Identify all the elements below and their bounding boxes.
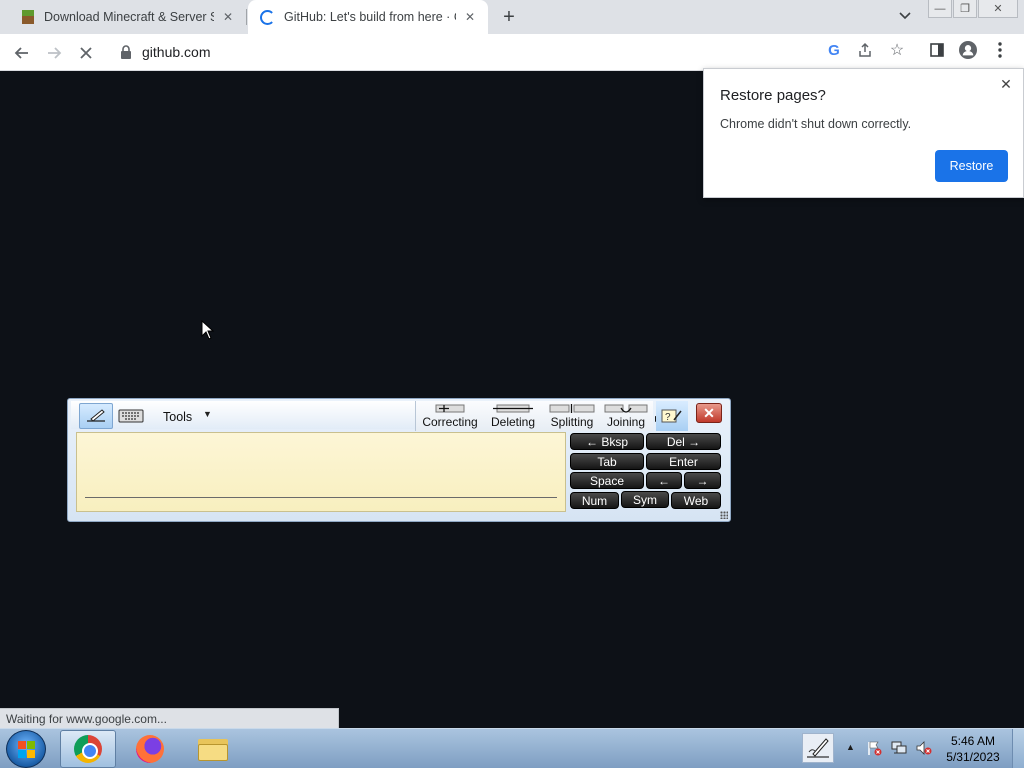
gesture-deleting[interactable]: Deleting [482, 401, 544, 431]
minimize-button[interactable]: — [928, 0, 952, 18]
restore-pages-dialog: Restore pages? Chrome didn't shut down c… [703, 68, 1024, 198]
profile-avatar-icon[interactable] [959, 41, 977, 59]
action-center-flag-icon[interactable] [866, 740, 882, 756]
gesture-splitting[interactable]: Splitting [544, 401, 600, 431]
tab-separator [246, 9, 247, 25]
right-arrow-key[interactable]: → [684, 472, 721, 489]
dialog-close-icon[interactable]: ✕ [997, 75, 1015, 93]
back-arrow-icon [14, 47, 28, 59]
joining-icon [604, 404, 648, 413]
restore-button[interactable]: Restore [935, 150, 1008, 182]
address-bar[interactable]: github.com [108, 37, 914, 67]
left-arrow-key[interactable]: ← [646, 472, 682, 489]
delete-key[interactable]: Del → [646, 433, 721, 450]
status-bubble: Waiting for www.google.com... [0, 708, 339, 728]
sym-key[interactable]: Sym [621, 491, 669, 508]
keyboard-icon [118, 409, 144, 423]
system-clock[interactable]: 5:46 AM 5/31/2023 [940, 733, 1006, 765]
gesture-hints: Correcting Deleting Splitting Joining [415, 401, 653, 431]
tab-title: GitHub: Let's build from here · GitHub [284, 10, 456, 24]
num-key[interactable]: Num [570, 492, 619, 509]
tab-close-icon[interactable]: ✕ [220, 9, 236, 25]
chrome-icon [74, 735, 102, 763]
help-pen-icon: ? [661, 409, 682, 423]
network-icon[interactable] [891, 740, 907, 756]
splitting-icon [549, 404, 595, 413]
tab-title: Download Minecraft & Server Software [44, 10, 214, 24]
google-lens-icon[interactable]: G [825, 41, 843, 59]
loading-spinner-icon [260, 9, 275, 25]
tab-search-icon[interactable] [896, 7, 914, 25]
input-panel-close-button[interactable]: ✕ [696, 403, 722, 423]
tab-strip: Download Minecraft & Server Software ✕ G… [0, 0, 1024, 34]
clock-date: 5/31/2023 [946, 750, 1000, 764]
tablet-input-tray-button[interactable] [802, 733, 834, 763]
resize-grip[interactable] [720, 511, 728, 519]
volume-muted-icon[interactable] [916, 740, 932, 756]
tools-menu[interactable]: Tools [163, 410, 192, 424]
web-key[interactable]: Web [671, 492, 721, 509]
taskbar: ▲ 5:46 AM 5/31/2023 [0, 728, 1024, 768]
help-button[interactable]: ? [656, 401, 688, 431]
tab-key[interactable]: Tab [570, 453, 644, 470]
stop-icon [80, 47, 92, 59]
taskbar-chrome[interactable] [60, 730, 116, 768]
writing-pad-area[interactable] [76, 432, 566, 512]
taskbar-file-explorer[interactable] [185, 730, 241, 768]
new-tab-button[interactable]: + [497, 5, 521, 29]
writing-pad-icon [87, 409, 105, 422]
gesture-joining[interactable]: Joining [600, 401, 652, 431]
share-icon[interactable] [856, 41, 874, 59]
correcting-icon [435, 404, 465, 413]
browser-toolbar: github.com G ☆ [0, 34, 1024, 71]
pen-input-icon [807, 738, 829, 758]
forward-button[interactable] [40, 39, 68, 67]
input-panel-topbar: Tools ▼ [71, 401, 415, 429]
maximize-button[interactable]: ❐ [953, 0, 977, 18]
start-button[interactable] [6, 730, 46, 768]
tab-github[interactable]: GitHub: Let's build from here · GitHub ✕ [248, 0, 488, 34]
keyboard-button[interactable] [115, 403, 147, 429]
dialog-message: Chrome didn't shut down correctly. [720, 117, 912, 131]
writing-pad-button[interactable] [79, 403, 113, 429]
forward-arrow-icon [48, 47, 62, 59]
dialog-title: Restore pages? [720, 87, 826, 104]
svg-text:?: ? [665, 412, 671, 423]
url-text[interactable]: github.com [142, 44, 210, 60]
firefox-icon [136, 735, 164, 763]
lock-icon[interactable] [120, 45, 134, 59]
tablet-input-panel: Tools ▼ Correcting Deleting Splitting Jo… [67, 398, 731, 522]
windows-logo-icon [18, 741, 36, 759]
chrome-menu-icon[interactable] [991, 41, 1009, 59]
folder-icon [198, 737, 228, 761]
tools-dropdown-icon[interactable]: ▼ [203, 409, 212, 419]
window-close-button[interactable]: ✕ [978, 0, 1018, 18]
enter-key[interactable]: Enter [646, 453, 721, 470]
input-panel-keys: ← Bksp Del → Tab Enter Space ← → Num Sym… [570, 433, 722, 513]
bookmark-star-icon[interactable]: ☆ [888, 41, 906, 59]
show-hidden-icons[interactable]: ▲ [846, 742, 855, 752]
space-key[interactable]: Space [570, 472, 644, 489]
mouse-cursor-icon [201, 320, 215, 340]
minecraft-favicon-icon [20, 9, 36, 25]
side-panel-icon[interactable] [928, 41, 946, 59]
back-button[interactable] [8, 39, 36, 67]
tab-close-icon[interactable]: ✕ [462, 9, 478, 25]
stop-loading-button[interactable] [72, 39, 100, 67]
deleting-icon [493, 404, 533, 413]
taskbar-firefox[interactable] [122, 730, 178, 768]
backspace-key[interactable]: ← Bksp [570, 433, 644, 450]
gesture-correcting[interactable]: Correcting [418, 401, 482, 431]
tab-minecraft[interactable]: Download Minecraft & Server Software ✕ [8, 0, 246, 34]
clock-time: 5:46 AM [950, 734, 996, 748]
show-desktop-button[interactable] [1012, 729, 1024, 768]
writing-baseline [85, 497, 557, 498]
